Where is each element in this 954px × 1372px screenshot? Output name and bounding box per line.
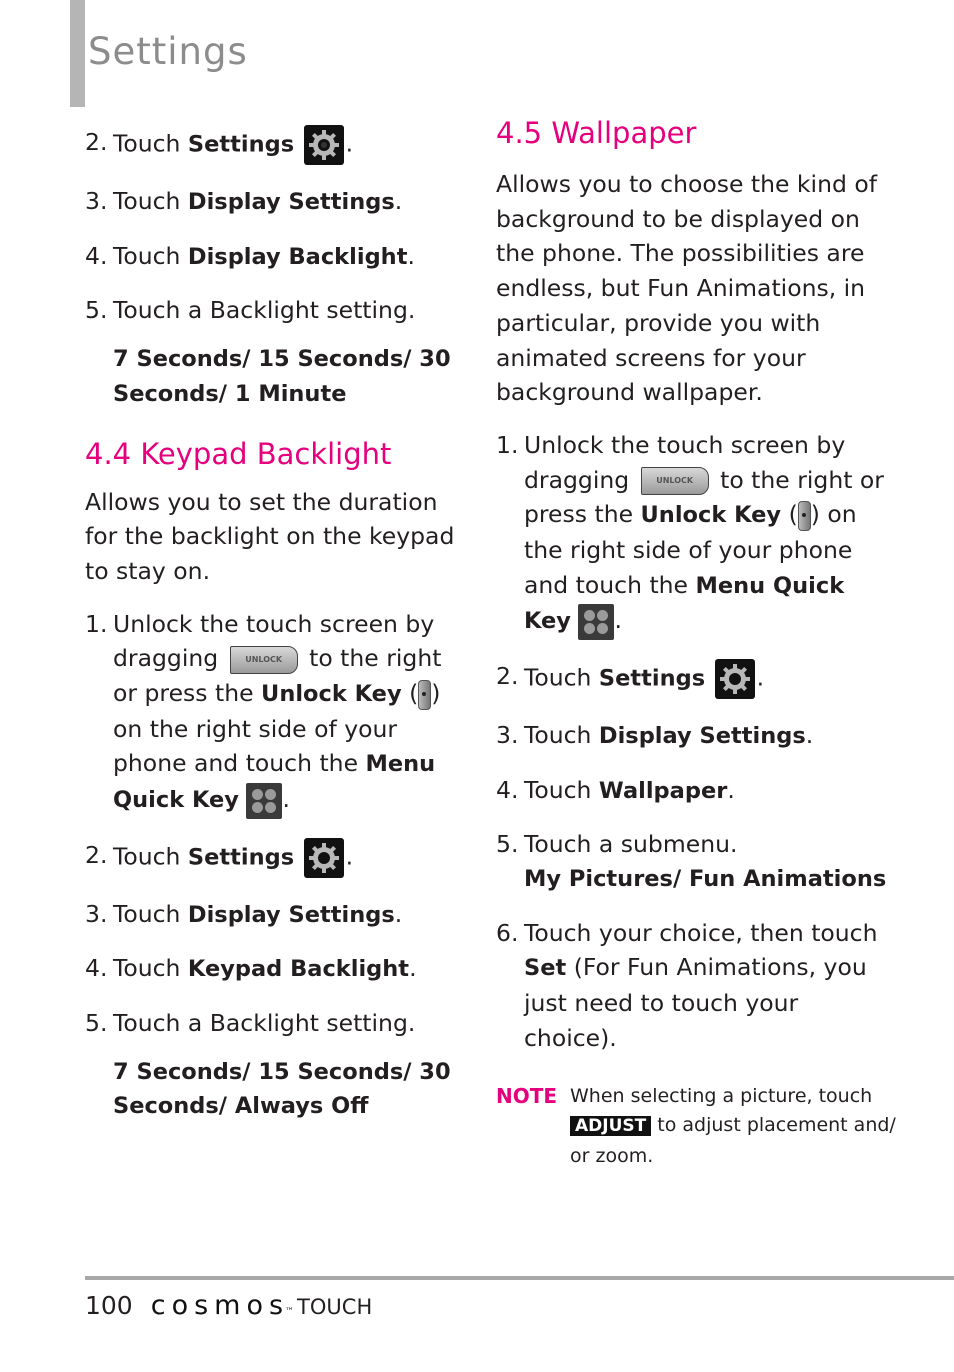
step-number: 2.: [496, 661, 519, 690]
punct: .: [394, 187, 403, 215]
gear-icon: [714, 658, 755, 699]
key-label: Settings: [187, 131, 295, 158]
key-label: Settings: [187, 844, 295, 871]
unlock-key-icon: [797, 500, 811, 531]
step-number: 2.: [85, 128, 108, 156]
punct: .: [727, 775, 735, 804]
section-description: Allows you to choose the kind of backgro…: [496, 170, 878, 407]
punct: .: [345, 842, 354, 871]
list-item: 1. Unlock the touch screen by dragging U…: [85, 607, 465, 819]
key-label: Display Settings: [598, 722, 806, 749]
section-heading-wallpaper: 4.5 Wallpaper: [496, 116, 697, 150]
punct: .: [409, 954, 417, 983]
step-number: 3.: [85, 899, 108, 928]
step-text: Touch: [524, 775, 599, 804]
key-label: Settings: [598, 665, 706, 692]
punct: .: [614, 606, 622, 635]
step-text: Touch a Backlight setting.: [113, 296, 416, 325]
step-number: 4.: [85, 954, 108, 983]
menu-quick-key-icon: [246, 782, 283, 819]
list-item: 2. Touch Settings .: [85, 837, 465, 878]
punct: .: [407, 241, 415, 270]
unlock-slider-icon: UNLOCK: [640, 467, 709, 496]
punct: .: [756, 663, 765, 692]
note-label: NOTE: [496, 1083, 558, 1108]
list-item: 2. Touch Settings .: [85, 125, 465, 165]
step-text: Touch: [113, 842, 188, 871]
list-item: 3. Touch Display Settings.: [496, 718, 896, 754]
footer: 100 cosmos ™ TOUCH: [85, 1290, 372, 1321]
step-number: 3.: [496, 720, 519, 749]
step-text: Touch: [113, 187, 188, 215]
note-box: NOTE When selecting a picture, touch ADJU…: [496, 1082, 896, 1172]
step-text: Touch: [524, 720, 599, 749]
list-item: 3. Touch Display Settings.: [85, 184, 465, 220]
backlight-options: 7 Seconds/ 15 Seconds/ 30 Seconds/ 1 Min…: [113, 346, 451, 407]
step-text: Touch: [113, 954, 188, 983]
list-item: 6. Touch your choice, then touch Set (Fo…: [496, 916, 896, 1056]
gear-icon: [303, 125, 344, 165]
list-item: 5. Touch a submenu.: [496, 827, 896, 862]
key-label: Display Backlight: [187, 243, 408, 270]
step-number: 6.: [496, 918, 519, 947]
list-item: 1. Unlock the touch screen by dragging U…: [496, 428, 896, 640]
trademark-symbol: ™: [285, 1307, 295, 1317]
unlock-key-icon: [418, 679, 432, 710]
step-text: Touch: [113, 241, 188, 270]
punct: .: [805, 720, 814, 749]
gear-icon: [303, 837, 344, 878]
adjust-badge: ADJUST: [570, 1116, 652, 1137]
footer-divider: [85, 1276, 954, 1280]
step-number: 5.: [85, 1009, 108, 1038]
step-text: Touch a Backlight setting.: [113, 1009, 416, 1038]
step-number: 5.: [496, 830, 519, 859]
left-column: 2. Touch Settings . 3. Touch Display Set…: [85, 125, 465, 1143]
step-number: 4.: [496, 775, 519, 804]
list-item: 2. Touch Settings .: [496, 658, 896, 699]
list-item: 4. Touch Wallpaper.: [496, 773, 896, 809]
section-heading-keypad-backlight: 4.4 Keypad Backlight: [85, 436, 392, 471]
punct: .: [282, 785, 290, 814]
list-item: 4. Touch Keypad Backlight.: [85, 951, 465, 987]
step-number: 5.: [85, 296, 108, 325]
punct: .: [394, 899, 403, 928]
punct: .: [345, 129, 354, 158]
backlight-options: 7 Seconds/ 15 Seconds/ 30 Seconds/ Alway…: [113, 1058, 451, 1120]
section-description: Allows you to set the duration for the b…: [85, 487, 455, 585]
list-item: 5. Touch a Backlight setting.: [85, 293, 465, 328]
key-label: Display Settings: [187, 189, 395, 215]
step-text: Touch: [113, 129, 188, 158]
key-label: Wallpaper: [598, 777, 728, 804]
page-number: 100: [85, 1291, 133, 1320]
step-text: Touch: [113, 899, 188, 928]
right-column: 4.5 Wallpaper Allows you to choose the k…: [496, 115, 896, 1171]
step-text: (For Fun Animations, you just need to to…: [524, 953, 867, 1052]
page-title: Settings: [88, 30, 248, 73]
note-text: When selecting a picture, touch: [570, 1084, 873, 1107]
key-label: Unlock Key: [261, 681, 402, 708]
unlock-slider-icon: UNLOCK: [229, 645, 298, 674]
step-text: Touch a submenu.: [524, 830, 738, 859]
brand-logo: cosmos: [150, 1290, 290, 1321]
step-number: 1.: [496, 430, 519, 459]
key-label: Keypad Backlight: [187, 956, 410, 983]
brand-suffix: TOUCH: [297, 1295, 373, 1319]
key-label: Set: [524, 955, 567, 982]
step-number: 1.: [85, 609, 108, 638]
key-label: Display Settings: [187, 901, 395, 928]
step-number: 2.: [85, 840, 108, 869]
menu-quick-key-icon: [578, 603, 615, 640]
key-label: Unlock Key: [640, 502, 782, 529]
step-text: Touch your choice, then touch: [524, 918, 878, 947]
list-item: 3. Touch Display Settings.: [85, 897, 465, 933]
header-accent-bar: [70, 0, 85, 107]
list-item: 5. Touch a Backlight setting.: [85, 1006, 465, 1041]
submenu-options: My Pictures/ Fun Animations: [524, 866, 887, 893]
step-text: Touch: [524, 663, 599, 692]
step-number: 4.: [85, 241, 108, 270]
step-number: 3.: [85, 187, 108, 215]
step-text: on the right side of your phone and touc…: [113, 714, 398, 778]
list-item: 4. Touch Display Backlight.: [85, 239, 465, 275]
